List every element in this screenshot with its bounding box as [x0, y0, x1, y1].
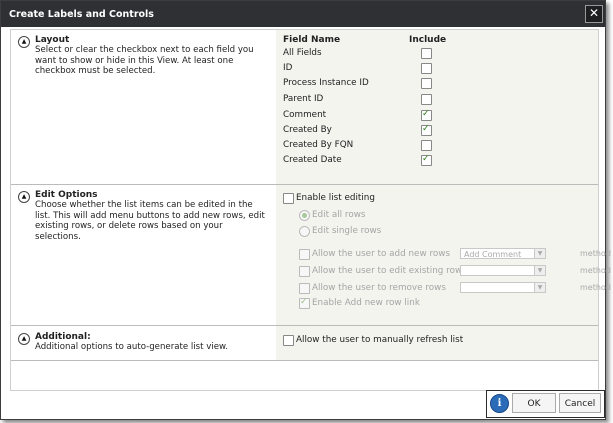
field-name-header: Field Name [283, 35, 341, 45]
dialog-footer: i OK Cancel [486, 390, 605, 418]
refresh-list-label: Allow the user to manually refresh list [296, 335, 464, 345]
field-name: Created By FQN [283, 140, 354, 150]
edit-single-rows-radio[interactable] [299, 226, 310, 237]
add-method-dropdown[interactable]: Add Comment [460, 248, 535, 259]
collapse-icon[interactable]: ▲ [18, 333, 30, 345]
field-name: Created By [283, 125, 332, 135]
include-checkbox[interactable] [421, 94, 432, 105]
include-checkbox[interactable] [421, 109, 432, 121]
allow-remove-checkbox[interactable] [299, 283, 310, 294]
allow-edit-checkbox[interactable] [299, 266, 310, 277]
collapse-icon[interactable]: ▲ [18, 36, 30, 48]
method-label: method [580, 283, 611, 292]
info-icon[interactable]: i [490, 394, 509, 413]
include-checkbox[interactable] [421, 154, 432, 166]
allow-add-checkbox[interactable] [299, 249, 310, 260]
layout-description: Select or clear the checkbox next to eac… [35, 45, 254, 76]
ok-button[interactable]: OK [512, 393, 556, 413]
method-label: method [580, 266, 611, 275]
create-labels-dialog: Create Labels and Controls ✕ ▲ Layout Se… [0, 0, 611, 420]
chevron-down-icon[interactable]: ▼ [534, 248, 546, 259]
edit-all-rows-label: Edit all rows [312, 210, 366, 220]
dialog-content: ▲ Layout Select or clear the checkbox ne… [10, 29, 611, 391]
include-checkbox[interactable] [421, 140, 432, 151]
additional-title: Additional: [35, 332, 91, 342]
edit-method-dropdown[interactable] [460, 265, 535, 276]
include-checkbox[interactable] [421, 124, 432, 136]
dialog-title: Create Labels and Controls [9, 9, 154, 20]
include-checkbox[interactable] [421, 63, 432, 74]
allow-add-label: Allow the user to add new rows [312, 249, 451, 259]
chevron-down-icon[interactable]: ▼ [534, 265, 546, 276]
title-bar: Create Labels and Controls ✕ [1, 1, 605, 27]
edit-all-rows-radio[interactable] [299, 210, 310, 221]
field-name: Created Date [283, 155, 342, 165]
include-checkbox[interactable] [421, 78, 432, 89]
field-name: Comment [283, 110, 327, 120]
section-divider [11, 360, 598, 361]
field-name: All Fields [283, 48, 322, 58]
allow-edit-label: Allow the user to edit existing rows [312, 266, 467, 276]
edit-single-rows-label: Edit single rows [312, 226, 382, 236]
chevron-down-icon[interactable]: ▼ [534, 282, 546, 293]
close-button[interactable]: ✕ [585, 5, 603, 23]
allow-remove-label: Allow the user to remove rows [312, 283, 446, 293]
refresh-list-checkbox[interactable] [283, 335, 294, 346]
field-name: Parent ID [283, 94, 324, 104]
include-checkbox[interactable] [421, 48, 432, 59]
method-label: method [580, 249, 611, 258]
collapse-icon[interactable]: ▲ [18, 191, 30, 203]
remove-method-dropdown[interactable] [460, 282, 535, 293]
section-divider [11, 325, 598, 326]
edit-options-title: Edit Options [35, 190, 98, 200]
enable-add-link-label: Enable Add new row link [312, 298, 420, 308]
layout-title: Layout [35, 35, 70, 45]
field-name: ID [283, 63, 293, 73]
field-name: Process Instance ID [283, 78, 369, 88]
additional-description: Additional options to auto-generate list… [35, 342, 228, 352]
section-divider [11, 184, 598, 185]
enable-list-editing-checkbox[interactable] [283, 193, 294, 204]
cancel-button[interactable]: Cancel [559, 393, 601, 413]
enable-add-link-checkbox[interactable] [299, 297, 310, 309]
enable-list-editing-label: Enable list editing [296, 193, 375, 203]
edit-options-description: Choose whether the list items can be edi… [35, 200, 265, 242]
include-header: Include [409, 35, 447, 45]
